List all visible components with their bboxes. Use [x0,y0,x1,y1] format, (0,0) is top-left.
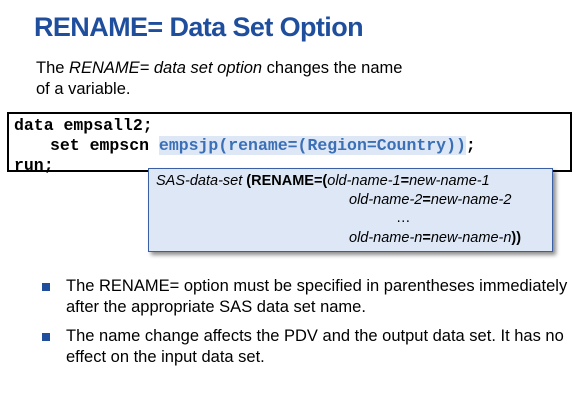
intro-part1: The [36,59,70,77]
syntax-ellipsis: … [396,210,411,226]
bullet-square-icon [42,283,50,291]
syntax-keyword: (RENAME=( [242,173,328,189]
code-block: data empsall2; set empscn empsjp(rename=… [7,112,572,175]
syntax-line-n: old-name-n=new-name-n)) [349,229,521,248]
bullet-text: The name change affects the PDV and the … [66,327,564,366]
code-set-statement: set empscn [50,136,159,155]
bullet-list: The RENAME= option must be specified in … [40,276,570,376]
bullet-item: The RENAME= option must be specified in … [40,276,570,318]
syntax-line-1: SAS-data-set (RENAME=(old-name-1=new-nam… [156,172,490,191]
syntax-eq-n: = [422,230,431,246]
syntax-new-n: new-name-n [430,230,512,246]
syntax-new-2: new-name-2 [430,192,512,208]
intro-option-name: RENAME= data set option [69,59,263,77]
intro-text: The RENAME= data set option changes the … [36,58,496,100]
syntax-old-1: old-name-1 [327,173,401,189]
syntax-old-2: old-name-2 [349,192,423,208]
syntax-callout: SAS-data-set (RENAME=(old-name-1=new-nam… [148,168,553,252]
syntax-dataset: SAS-data-set [156,173,243,189]
syntax-eq-1: = [400,173,410,189]
code-line-2: set empscn empsjp(rename=(Region=Country… [14,136,570,156]
syntax-line-2: old-name-2=new-name-2 [349,191,511,210]
code-line-1: data empsall2; [14,116,153,135]
intro-line2: of a variable. [36,80,131,98]
code-rename-highlight: empsjp(rename=(Region=Country)) [158,136,466,155]
bullet-item: The name change affects the PDV and the … [40,326,570,368]
code-semicolon: ; [465,136,476,155]
syntax-close: )) [511,230,522,246]
bullet-square-icon [42,333,50,341]
syntax-new-1: new-name-1 [409,173,490,189]
intro-part3: changes the name [262,59,403,77]
syntax-old-n: old-name-n [349,230,423,246]
syntax-eq-2: = [422,192,431,208]
bullet-text: The RENAME= option must be specified in … [66,277,568,316]
page-title: RENAME= Data Set Option [34,12,364,42]
